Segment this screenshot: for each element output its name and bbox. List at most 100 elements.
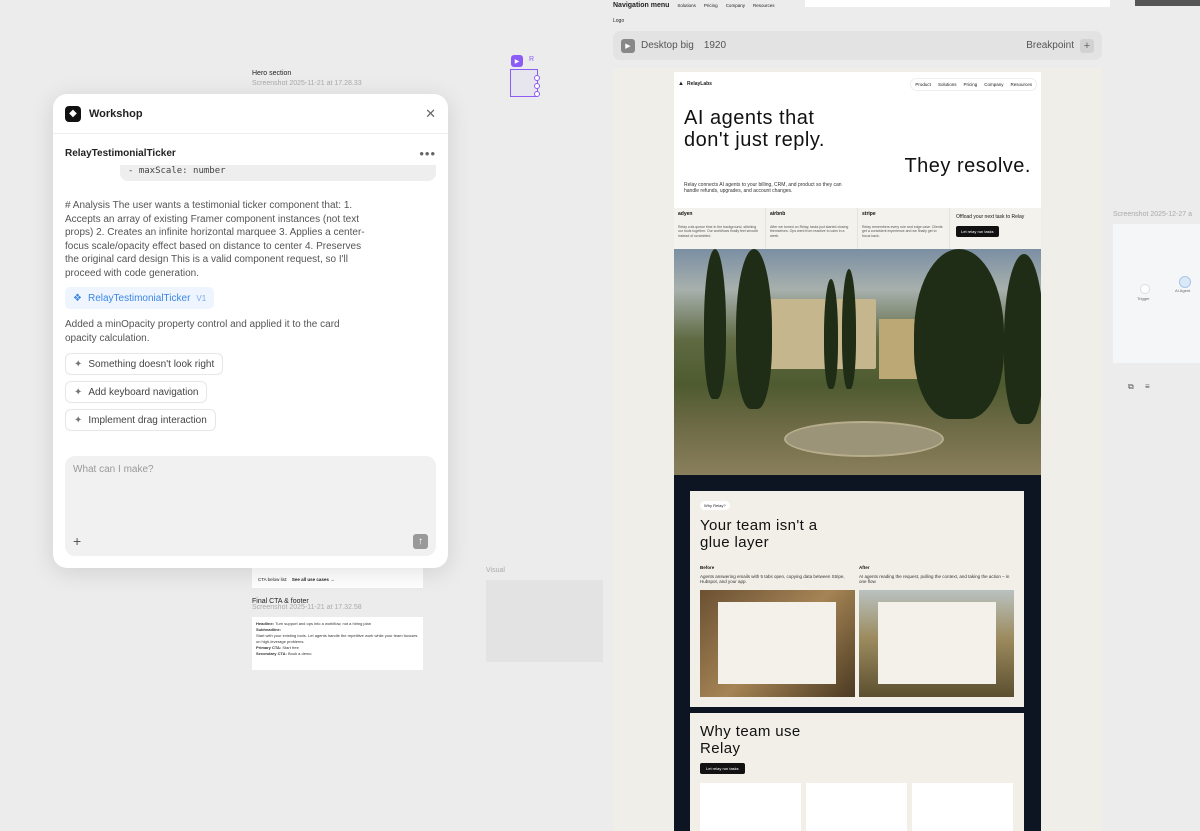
testimonial-card[interactable]: stripe Relay remembers every rule and ed… <box>858 208 950 249</box>
code-snippet: - maxScale: number <box>120 165 436 181</box>
glue-layer-card: Why Relay? Your team isn't a glue layer … <box>690 491 1024 707</box>
layers-icon[interactable]: ≡ <box>1145 382 1150 391</box>
result-message: Added a minOpacity property control and … <box>65 319 340 344</box>
nav-menu-layer[interactable]: Navigation menu Solutions Pricing Compan… <box>613 2 774 9</box>
breakpoint-label[interactable]: Breakpoint <box>1026 40 1074 51</box>
after-image <box>859 590 1014 697</box>
brand-logo-icon: ▲ <box>678 81 684 87</box>
copy-icon[interactable]: ⧉ <box>1128 382 1134 392</box>
frame-width[interactable]: 1920 <box>704 40 726 51</box>
site-brand[interactable]: ▲ RelayLabs <box>678 81 712 87</box>
suggestion-chip[interactable]: ✦ Add keyboard navigation <box>65 381 208 403</box>
testimonial-quote: Relay remembers every rule and edge case… <box>862 224 943 238</box>
testimonial-card[interactable]: airbnb After we turned on Relay, tasks j… <box>766 208 858 249</box>
testimonial-company: adyen <box>678 211 693 217</box>
component-play-icon[interactable]: ▶ <box>511 55 523 67</box>
final-cta-thumb[interactable]: Headline: Turn support and ops into a wo… <box>252 617 423 670</box>
cta-below-list-label: CTA below list: <box>258 577 288 582</box>
hero-headline: AI agents that don't just reply. <box>684 107 825 151</box>
suggestion-chip[interactable]: ✦ Something doesn't look right <box>65 353 224 375</box>
suggestion-chip[interactable]: ✦ Implement drag interaction <box>65 409 216 431</box>
painting-tree <box>1004 254 1041 424</box>
painting-cypress <box>824 279 838 389</box>
see-all-use-cases-link: See all use cases → <box>291 577 335 582</box>
testimonial-ticker[interactable]: adyen Relay cuts queue time in the backg… <box>674 208 1041 249</box>
add-breakpoint-button[interactable]: + <box>1080 38 1094 53</box>
analysis-message: # Analysis The user wants a testimonial … <box>65 200 365 279</box>
nav-menu-link: Company <box>725 3 745 8</box>
close-icon[interactable]: ✕ <box>425 106 436 122</box>
hero-section-screenshot-label: Screenshot 2025-11-21 at 17.28.33 <box>252 80 362 87</box>
painting-tree <box>914 249 1004 419</box>
testimonial-company: stripe <box>862 211 876 217</box>
top-right-strip[interactable] <box>1135 0 1200 6</box>
painting-villa <box>766 299 876 369</box>
prompt-input[interactable]: What can I make? + ↑ <box>65 456 436 556</box>
why-team-card: Why team use Relay Let relay run tasks <box>690 713 1024 831</box>
more-options-icon[interactable]: ••• <box>419 146 436 161</box>
visual-label[interactable]: Visual <box>486 567 505 574</box>
ai-agent-node-icon <box>1179 276 1191 288</box>
frame-name[interactable]: Desktop big <box>641 40 694 51</box>
hero-section-label[interactable]: Hero section <box>252 70 291 77</box>
site-nav-item[interactable]: Solutions <box>938 82 957 87</box>
logo-label[interactable]: Logo <box>613 18 624 24</box>
component-version: V1 <box>196 293 207 303</box>
let-relay-run-tasks-button[interactable]: Let relay run tasks <box>956 226 999 237</box>
secondary-cta-text: Book a demo <box>287 651 312 656</box>
add-attachment-icon[interactable]: + <box>73 533 81 549</box>
visual-placeholder[interactable] <box>486 580 603 662</box>
resize-handle[interactable] <box>534 83 540 89</box>
send-icon[interactable]: ↑ <box>413 534 428 549</box>
workshop-logo-icon: ◆ <box>65 105 81 122</box>
subheadline-text: Start with your existing tools. Let agen… <box>256 633 418 644</box>
site-nav-item[interactable]: Company <box>984 82 1003 87</box>
before-image-overlay <box>718 602 836 684</box>
site-nav-pill: Product Solutions Pricing Company Resour… <box>910 77 1037 91</box>
right-screenshot-thumb[interactable]: Trigger AI Agent <box>1113 224 1200 363</box>
resize-handle[interactable] <box>534 75 540 81</box>
primary-cta-label: Primary CTA: <box>256 645 282 650</box>
suggestion-label: Add keyboard navigation <box>88 386 199 398</box>
trigger-node-icon <box>1140 284 1150 294</box>
site-nav-item[interactable]: Pricing <box>963 82 977 87</box>
site-nav-item[interactable]: Resources <box>1010 82 1032 87</box>
component-name: RelayTestimonialTicker <box>65 147 176 159</box>
preview-play-icon[interactable]: ▶ <box>621 38 635 53</box>
why-relay-section: Why Relay? Your team isn't a glue layer … <box>674 475 1041 831</box>
hero-line-1: AI agents that <box>684 107 815 129</box>
headline-label: Headline: <box>256 621 275 626</box>
site-nav-item[interactable]: Product <box>915 82 931 87</box>
component-icon: ❖ <box>73 292 82 304</box>
nav-preview-strip[interactable] <box>805 0 1110 7</box>
before-column: Before Agents answering emails with 5 ta… <box>700 565 855 585</box>
after-text: AI agents reading the request, pulling t… <box>859 573 1010 585</box>
site-navbar: ▲ RelayLabs Product Solutions Pricing Co… <box>674 72 1041 96</box>
secondary-cta-label: Secondary CTA: <box>256 651 287 656</box>
testimonial-quote: After we turned on Relay, tasks just sta… <box>770 224 849 238</box>
let-relay-run-tasks-button-2[interactable]: Let relay run tasks <box>700 763 745 774</box>
resize-handle[interactable] <box>534 91 540 97</box>
nav-menu-link: Pricing <box>703 3 718 8</box>
testimonial-cta: Offload your next task to Relay Let rela… <box>950 208 1041 249</box>
why-team-title: Why team use Relay <box>700 723 801 757</box>
right-screenshot-label[interactable]: Screenshot 2025-12-27 a <box>1113 211 1192 218</box>
component-node[interactable]: ▶ R <box>508 53 540 97</box>
component-link-label: RelayTestimonialTicker <box>87 292 191 304</box>
ai-agent-node-label: AI Agent <box>1175 288 1191 293</box>
website-frame[interactable]: ▲ RelayLabs Product Solutions Pricing Co… <box>674 72 1041 831</box>
painting-cypress <box>842 269 856 389</box>
painting-cypress <box>736 249 772 409</box>
nav-menu-link: Solutions <box>677 3 696 8</box>
trigger-node-label: Trigger <box>1137 296 1150 301</box>
subheadline-label: Subheadline: <box>256 627 282 632</box>
brand-name: RelayLabs <box>686 81 712 87</box>
why-relay-tag: Why Relay? <box>700 501 730 510</box>
component-link[interactable]: ❖ RelayTestimonialTicker V1 <box>65 287 215 309</box>
hero-section: AI agents that don't just reply. They re… <box>674 96 1041 208</box>
frame-toolbar[interactable]: ▶ Desktop big 1920 Breakpoint + <box>613 31 1102 60</box>
cta-below-list-thumb[interactable]: CTA below list: See all use cases → <box>252 565 423 588</box>
before-label: Before <box>700 565 715 570</box>
testimonial-card[interactable]: adyen Relay cuts queue time in the backg… <box>674 208 766 249</box>
testimonial-company: airbnb <box>770 211 786 217</box>
